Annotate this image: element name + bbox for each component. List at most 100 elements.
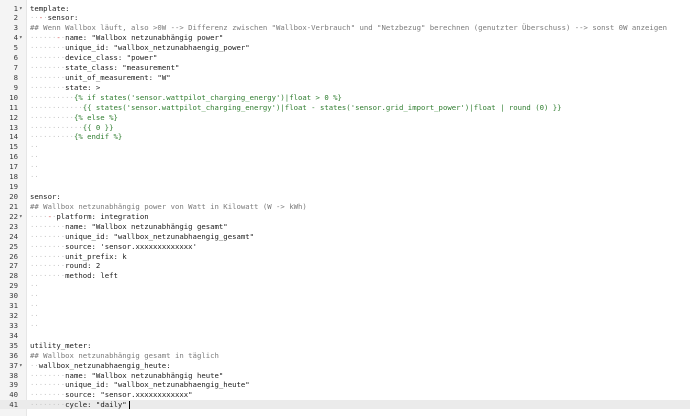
code-token: "daily" (95, 400, 127, 410)
line-number: 36 (9, 350, 18, 360)
code-line[interactable]: 31 ·· (0, 301, 690, 310)
code-token: ········ (30, 390, 66, 400)
code-line[interactable]: 11 ············{{ states('sensor.wattpilo… (0, 103, 690, 112)
code-line[interactable]: 32 ·· (0, 311, 690, 320)
code-line[interactable]: 34 (0, 331, 690, 340)
code-line[interactable]: 14 ··········{% endif %} (0, 132, 690, 141)
code-line[interactable]: 20 sensor: (0, 192, 690, 201)
code-line[interactable]: 2 ··-·sensor: (0, 13, 690, 22)
code-token: ·········· (30, 132, 74, 142)
code-line[interactable]: 39 ········unique_id: "wallbox_netzunabha… (0, 380, 690, 389)
code-line[interactable]: 33 ·· (0, 321, 690, 330)
line-number: 24 (9, 231, 18, 241)
code-token: round: (65, 261, 96, 271)
line-number: 38 (9, 370, 18, 380)
code-text: ······-·name: "Wallbox netzunabhängig po… (30, 33, 223, 42)
code-token: unique_id: (65, 43, 114, 53)
fold-toggle-icon[interactable]: ▾ (19, 33, 25, 42)
line-number: 16 (9, 152, 18, 162)
code-line[interactable]: 27 ········round: 2 (0, 261, 690, 270)
line-number: 40 (9, 390, 18, 400)
code-line[interactable]: 19 (0, 182, 690, 191)
code-text: ·· (30, 311, 39, 320)
code-token: device_class: (65, 53, 127, 63)
code-line[interactable]: 18 ·· (0, 172, 690, 181)
code-line[interactable]: 16 ·· (0, 152, 690, 161)
code-line[interactable]: 10 ··········{% if states('sensor.wattpil… (0, 93, 690, 102)
code-text: utility_meter: (30, 341, 92, 350)
code-line[interactable]: 6 ········device_class: "power" (0, 53, 690, 62)
code-line[interactable]: 26 ········unit_prefix: k (0, 252, 690, 261)
code-text: ········name: "Wallbox netzunabhängig ge… (30, 222, 228, 231)
code-token: ········ (30, 221, 66, 231)
code-token: "wallbox_netzunabhaengig_heute" (113, 380, 250, 390)
fold-toggle-icon[interactable]: ▾ (19, 4, 25, 13)
code-line[interactable]: 12 ··········{% else %} (0, 113, 690, 122)
code-line[interactable]: 7 ········state_class: "measurement" (0, 63, 690, 72)
code-line[interactable]: 29 ·· (0, 281, 690, 290)
code-line[interactable]: 22 ▾ ····-·platform: integration (0, 212, 690, 221)
code-line[interactable]: 17 ·· (0, 162, 690, 171)
line-number: 22 (9, 211, 18, 221)
code-token: ········ (30, 241, 66, 251)
code-token: "wallbox_netzunabhaengig_power" (113, 43, 250, 53)
code-token: ·········· (30, 92, 74, 102)
code-token: k (122, 251, 127, 261)
code-text: ········unit_of_measurement: "W" (30, 73, 171, 82)
line-number: 23 (9, 221, 18, 231)
code-line[interactable]: 9 ········state: > (0, 83, 690, 92)
code-line[interactable]: 8 ········unit_of_measurement: "W" (0, 73, 690, 82)
line-number: 12 (9, 112, 18, 122)
code-line[interactable]: 36 ## Wallbox netzunabhängig gesamt in tä… (0, 351, 690, 360)
code-text: ········unit_prefix: k (30, 252, 127, 261)
line-number: 25 (9, 241, 18, 251)
code-token: ········ (30, 271, 66, 281)
code-line[interactable]: 24 ········unique_id: "wallbox_netzunabha… (0, 232, 690, 241)
code-token: ·········· (30, 112, 74, 122)
code-line[interactable]: 3 ## Wenn Wallbox läuft, also >0W --> Dif… (0, 23, 690, 32)
line-number: 26 (9, 251, 18, 261)
code-token: ## Wenn Wallbox läuft, also >0W --> Diff… (30, 23, 667, 33)
code-token: source: (65, 390, 101, 400)
code-token: ········ (30, 63, 66, 73)
code-token: "Wallbox netzunabhängig gesamt" (91, 221, 228, 231)
code-token: ·· (30, 152, 39, 162)
code-line[interactable]: 13 ············{{ 0 }} (0, 123, 690, 132)
line-number: 21 (9, 201, 18, 211)
code-line[interactable]: 15 ·· (0, 142, 690, 151)
code-line[interactable]: 41 ········cycle: "daily" (0, 400, 690, 410)
code-line[interactable]: 5 ········unique_id: "wallbox_netzunabhae… (0, 43, 690, 52)
code-line[interactable]: 23 ········name: "Wallbox netzunabhängig … (0, 222, 690, 231)
code-line[interactable]: 4 ▾ ······-·name: "Wallbox netzunabhängig … (0, 33, 690, 42)
code-token: "Wallbox netzunabhängig power" (91, 33, 224, 43)
line-number: 39 (9, 380, 18, 390)
code-text: ········device_class: "power" (30, 53, 157, 62)
code-line[interactable]: 28 ········method: left (0, 271, 690, 280)
code-line[interactable]: 21 ## Wallbox netzunabhängig power von Wa… (0, 202, 690, 211)
code-line[interactable]: 38 ········name: "Wallbox netzunabhängig … (0, 371, 690, 380)
code-token: ·· (30, 172, 39, 182)
code-token: ·· (30, 162, 39, 172)
code-token: ············ (30, 102, 83, 112)
line-number: 17 (9, 162, 18, 172)
code-token: ······ (30, 33, 57, 43)
code-line[interactable]: 25 ········source: 'sensor.xxxxxxxxxxxxx' (0, 242, 690, 251)
code-token: ·· (30, 142, 39, 152)
fold-toggle-icon[interactable]: ▾ (19, 212, 25, 221)
line-number: 37 (9, 360, 18, 370)
code-token: unit_of_measurement: (65, 72, 158, 82)
code-editor[interactable]: 1 ▾ template: 2 ··-·sensor: 3 ## Wenn Wallbox … (0, 0, 690, 416)
code-token: {% if states('sensor.wattpilot_charging_… (73, 92, 342, 102)
line-number: 7 (13, 63, 18, 73)
code-line[interactable]: 40 ········source: "sensor.xxxxxxxxxxxx" (0, 390, 690, 399)
code-token: ········ (30, 82, 66, 92)
code-token: template: (30, 3, 70, 13)
code-line[interactable]: 1 ▾ template: (0, 4, 690, 13)
code-line[interactable]: 37 ▾ ··wallbox_netzunabhaengig_heute: (0, 361, 690, 370)
code-line[interactable]: 35 utility_meter: (0, 341, 690, 350)
code-text: ········unique_id: "wallbox_netzunabhaen… (30, 43, 250, 52)
code-line[interactable]: 30 ·· (0, 291, 690, 300)
code-text: ··········{% if states('sensor.wattpilot… (30, 93, 342, 102)
line-number: 15 (9, 142, 18, 152)
fold-toggle-icon[interactable]: ▾ (19, 361, 25, 370)
